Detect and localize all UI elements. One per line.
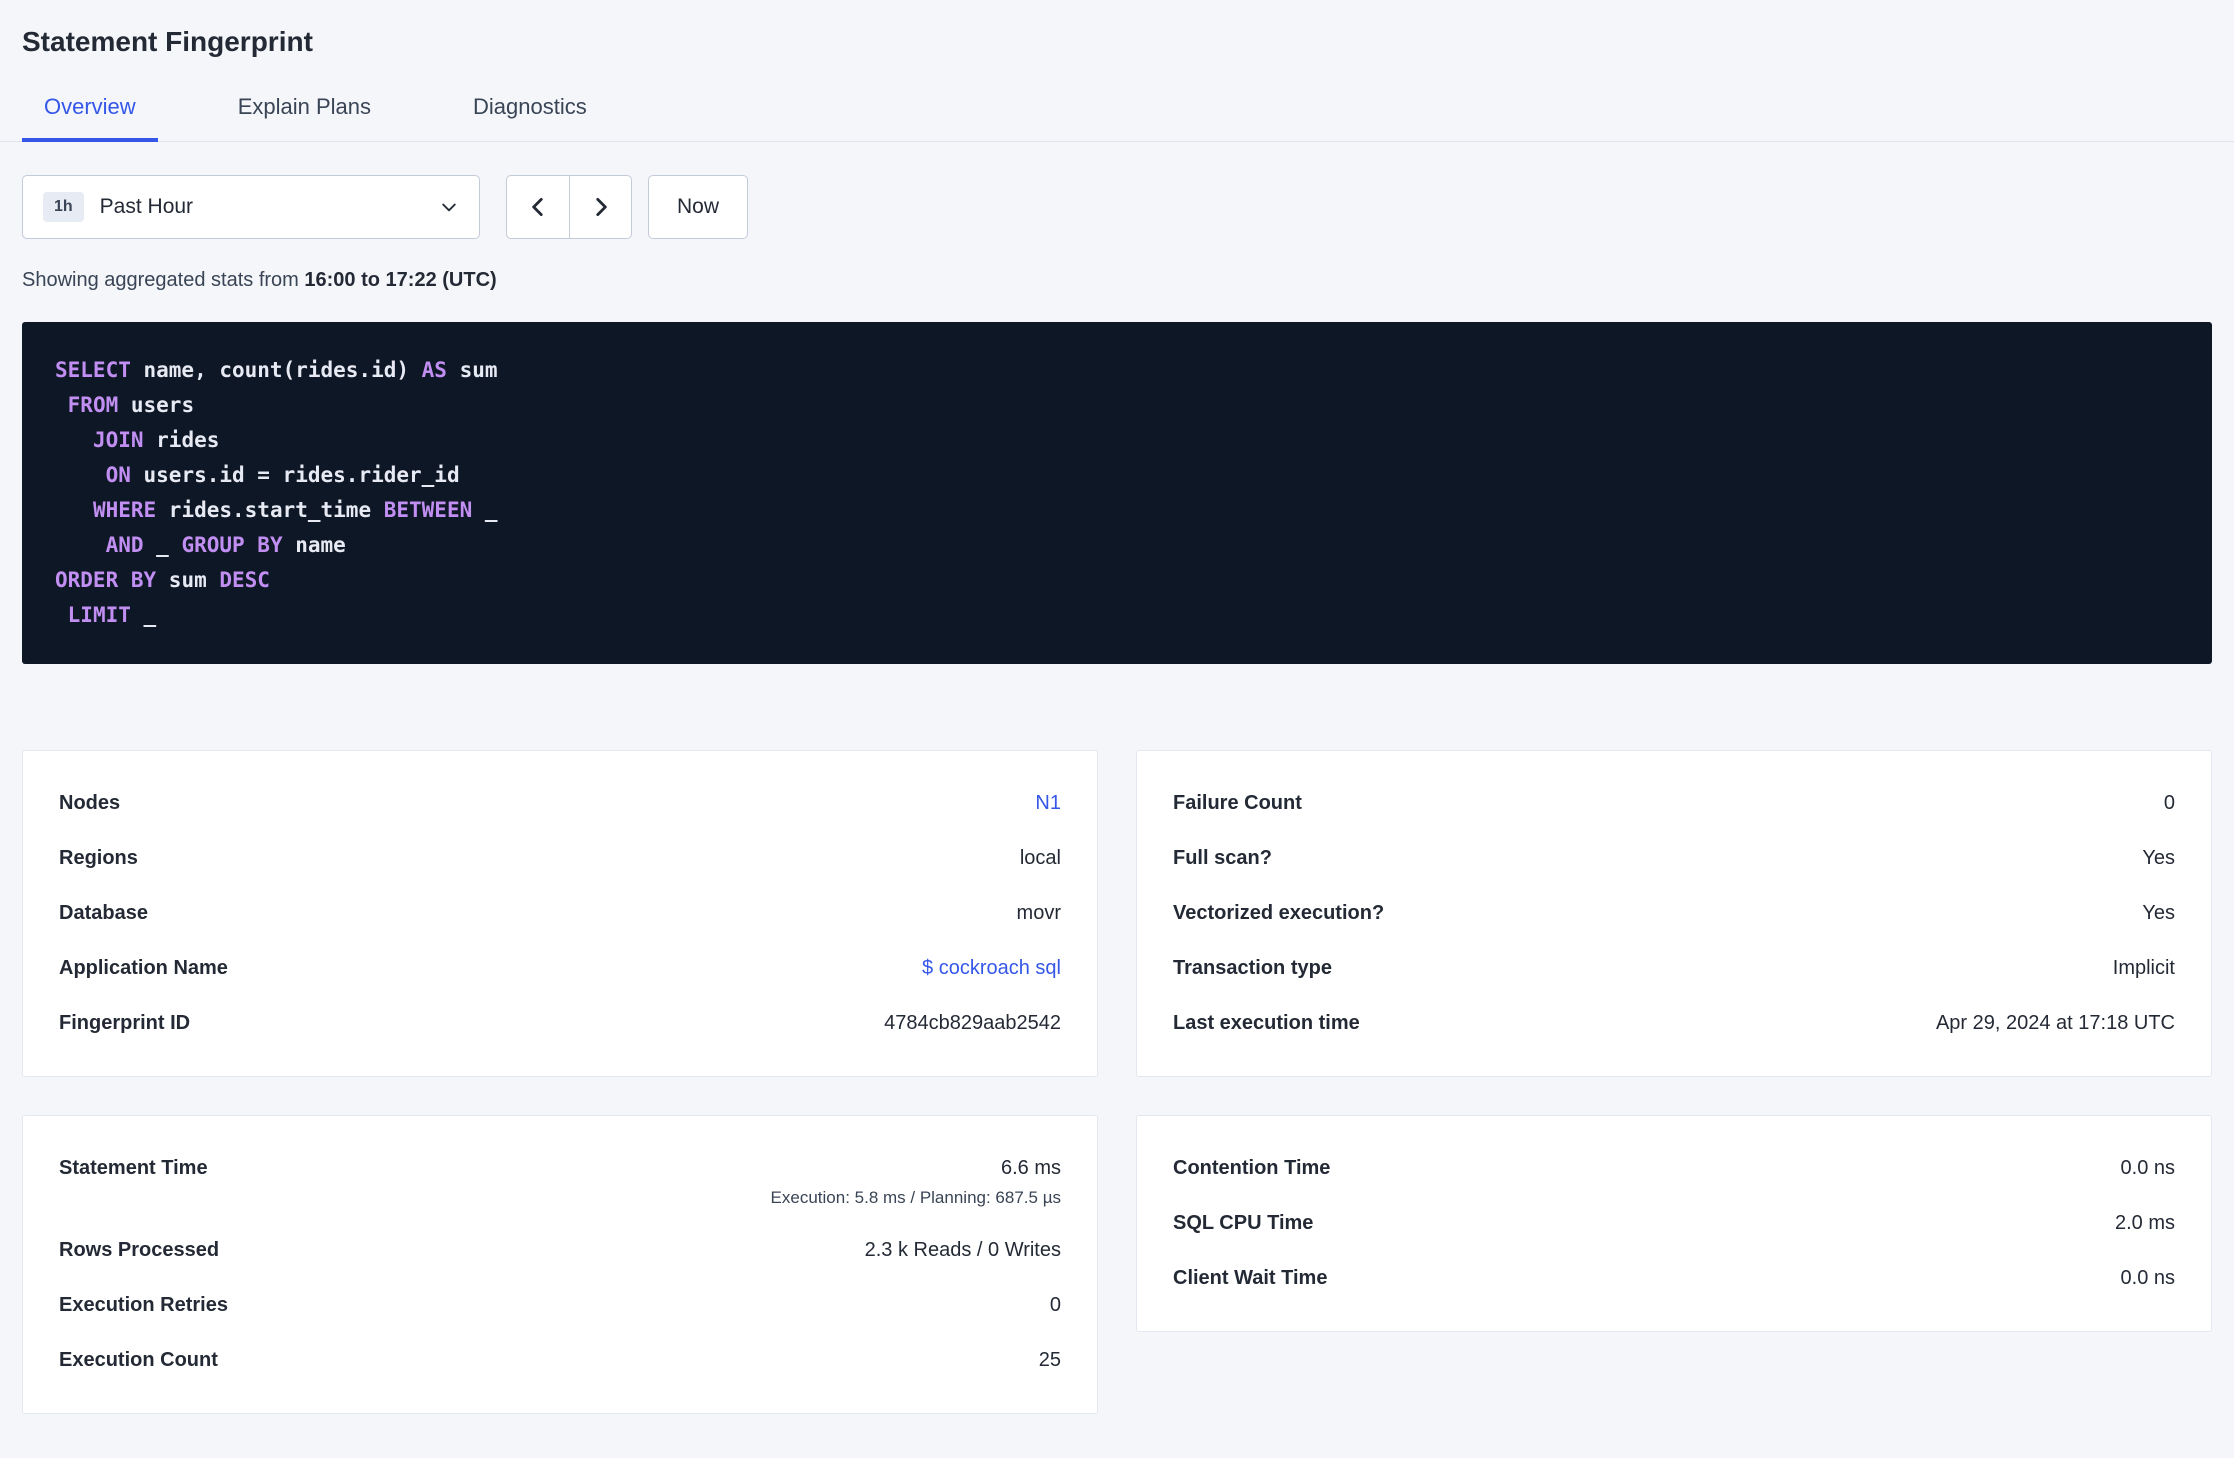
detail-row: Contention Time 0.0 ns — [1173, 1141, 2175, 1196]
now-button[interactable]: Now — [648, 175, 749, 239]
statement-details-card: Nodes N1 Regions local Database movr App… — [22, 750, 1098, 1077]
detail-row: Nodes N1 — [59, 776, 1061, 831]
detail-row: Execution Retries 0 — [59, 1278, 1061, 1333]
detail-value: 2.3 k Reads / 0 Writes — [864, 1239, 1061, 1261]
tab-overview[interactable]: Overview — [22, 82, 158, 142]
detail-label: Failure Count — [1173, 792, 1302, 814]
detail-label: Rows Processed — [59, 1239, 220, 1261]
detail-row: Database movr — [59, 886, 1061, 941]
detail-value: Implicit — [2112, 957, 2175, 979]
interval-label: Past Hour — [99, 195, 194, 218]
detail-value: 0.0 ns — [2120, 1157, 2175, 1179]
next-interval-button[interactable] — [569, 176, 631, 238]
detail-row: Last execution time Apr 29, 2024 at 17:1… — [1173, 996, 2175, 1051]
statement-fingerprint-page: Statement Fingerprint Overview Explain P… — [0, 0, 2234, 1414]
stats-caption-prefix: Showing aggregated stats from — [22, 269, 305, 291]
detail-value: Apr 29, 2024 at 17:18 UTC — [1935, 1012, 2175, 1034]
chevron-left-icon — [532, 198, 543, 216]
detail-row: Vectorized execution? Yes — [1173, 886, 2175, 941]
detail-label: Full scan? — [1173, 847, 1272, 869]
detail-value: 25 — [1038, 1349, 1061, 1371]
detail-row: Full scan? Yes — [1173, 831, 2175, 886]
stats-caption-range: 16:00 to 17:22 (UTC) — [304, 269, 497, 291]
detail-row: Fingerprint ID 4784cb829aab2542 — [59, 996, 1061, 1051]
tab-explain-plans[interactable]: Explain Plans — [216, 82, 393, 142]
detail-subvalue: Execution: 5.8 ms / Planning: 687.5 µs — [770, 1188, 1061, 1207]
detail-row: Transaction type Implicit — [1173, 941, 2175, 996]
detail-value: local — [1019, 847, 1061, 869]
chevron-down-icon — [442, 203, 456, 212]
detail-label: Execution Count — [59, 1349, 218, 1371]
detail-value: 2.0 ms — [2114, 1212, 2175, 1234]
detail-label: Application Name — [59, 957, 228, 979]
detail-value: 6.6 ms — [1000, 1157, 1061, 1179]
time-controls: 1h Past Hour Now — [22, 175, 2212, 239]
detail-value[interactable]: N1 — [1035, 790, 1061, 817]
detail-row: Client Wait Time 0.0 ns — [1173, 1251, 2175, 1306]
detail-label: Fingerprint ID — [59, 1012, 191, 1034]
detail-label: Last execution time — [1173, 1012, 1360, 1034]
detail-label: Vectorized execution? — [1173, 902, 1385, 924]
tab-bar: Overview Explain Plans Diagnostics — [0, 82, 2234, 142]
detail-row: Failure Count 0 — [1173, 776, 2175, 831]
detail-row: Statement Time 6.6 ms Execution: 5.8 ms … — [59, 1141, 1061, 1223]
detail-label: Client Wait Time — [1173, 1267, 1328, 1289]
timing-cards-row: Statement Time 6.6 ms Execution: 5.8 ms … — [22, 1115, 2212, 1414]
detail-label: Nodes — [59, 792, 121, 814]
detail-label: Execution Retries — [59, 1294, 228, 1316]
detail-value: 4784cb829aab2542 — [884, 1012, 1061, 1034]
sql-statement-box: SELECT name, count(rides.id) AS sum FROM… — [22, 322, 2212, 664]
time-interval-dropdown[interactable]: 1h Past Hour — [22, 175, 480, 239]
time-pager — [506, 175, 632, 239]
detail-row: Execution Count 25 — [59, 1333, 1061, 1388]
stats-caption: Showing aggregated stats from 16:00 to 1… — [22, 269, 2212, 292]
detail-row: Application Name $ cockroach sql — [59, 941, 1061, 996]
previous-interval-button[interactable] — [507, 176, 569, 238]
detail-label: Statement Time — [59, 1157, 208, 1179]
detail-label: Regions — [59, 847, 138, 869]
detail-row: Rows Processed 2.3 k Reads / 0 Writes — [59, 1223, 1061, 1278]
detail-label: Transaction type — [1173, 957, 1332, 979]
detail-value: Yes — [2142, 847, 2175, 869]
detail-value[interactable]: $ cockroach sql — [922, 955, 1061, 982]
detail-row: SQL CPU Time 2.0 ms — [1173, 1196, 2175, 1251]
page-title: Statement Fingerprint — [22, 26, 313, 57]
detail-value: 0 — [2163, 792, 2175, 814]
details-cards-row: Nodes N1 Regions local Database movr App… — [22, 750, 2212, 1077]
detail-value: movr — [1016, 902, 1061, 924]
detail-row: Regions local — [59, 831, 1061, 886]
detail-label: Database — [59, 902, 148, 924]
interval-badge: 1h — [43, 192, 84, 222]
statement-timing-card: Statement Time 6.6 ms Execution: 5.8 ms … — [22, 1115, 1098, 1414]
tab-diagnostics[interactable]: Diagnostics — [451, 82, 609, 142]
chevron-right-icon — [595, 198, 607, 216]
execution-attributes-card: Failure Count 0 Full scan? Yes Vectorize… — [1136, 750, 2212, 1077]
detail-value: Yes — [2142, 902, 2175, 924]
detail-value: 0 — [1049, 1294, 1061, 1316]
wait-time-card: Contention Time 0.0 ns SQL CPU Time 2.0 … — [1136, 1115, 2212, 1332]
detail-label: Contention Time — [1173, 1157, 1331, 1179]
detail-label: SQL CPU Time — [1173, 1212, 1314, 1234]
detail-value: 0.0 ns — [2120, 1267, 2175, 1289]
